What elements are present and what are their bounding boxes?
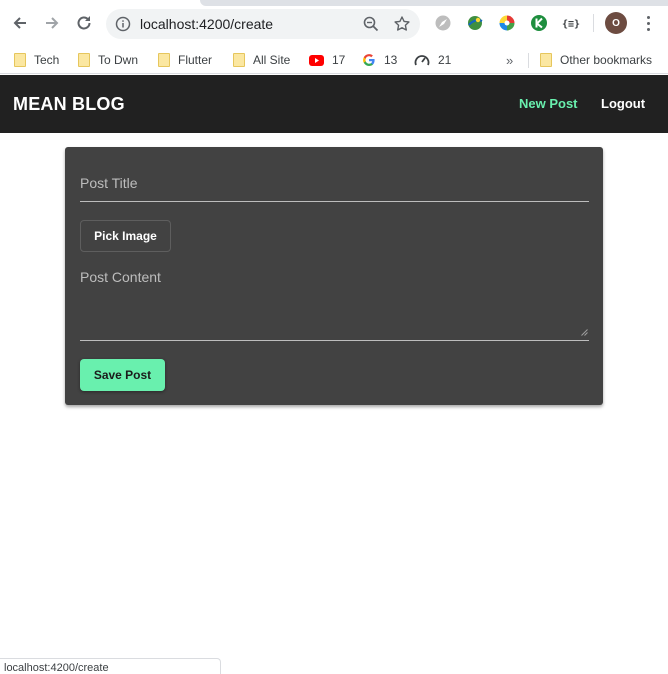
bookmark-label: To Dwn bbox=[98, 53, 139, 67]
tab-strip bbox=[200, 0, 668, 6]
svg-text:{≡}: {≡} bbox=[562, 19, 580, 30]
bookmark-other[interactable]: Other bookmarks bbox=[540, 46, 652, 74]
extension-compass-icon[interactable] bbox=[432, 12, 454, 34]
profile-avatar[interactable]: O bbox=[605, 12, 627, 34]
bookmark-label: Other bookmarks bbox=[560, 53, 653, 67]
folder-icon bbox=[540, 53, 552, 67]
nav-new-post[interactable]: New Post bbox=[519, 96, 578, 111]
bookmarks-overflow-icon[interactable]: » bbox=[506, 46, 513, 74]
create-post-card: Post Title Pick Image Post Content Save … bbox=[65, 147, 603, 405]
bookmark-label: Tech bbox=[34, 53, 60, 67]
app-header: MEAN BLOG New Post Logout bbox=[0, 75, 668, 133]
folder-icon bbox=[14, 53, 26, 67]
nav-logout[interactable]: Logout bbox=[601, 96, 645, 111]
bookmark-label: Flutter bbox=[178, 53, 213, 67]
bookmark-label: All Site bbox=[253, 53, 291, 67]
bookmark-label: 21 bbox=[438, 53, 452, 67]
forward-arrow-icon bbox=[46, 17, 59, 29]
bookmark-flutter[interactable]: Flutter bbox=[158, 46, 212, 74]
pick-image-button[interactable]: Pick Image bbox=[80, 220, 171, 252]
browser-toolbar: localhost:4200/create {≡} O bbox=[0, 0, 668, 46]
reload-icon bbox=[77, 16, 91, 30]
google-icon bbox=[363, 54, 375, 66]
url-text[interactable]: localhost:4200/create bbox=[140, 16, 273, 32]
extension-json-icon[interactable]: {≡} bbox=[560, 12, 582, 34]
bookmark-to-dwn[interactable]: To Dwn bbox=[78, 46, 138, 74]
reload-button[interactable] bbox=[73, 12, 95, 34]
post-title-input[interactable]: Post Title bbox=[80, 175, 589, 202]
post-content-textarea[interactable]: Post Content bbox=[80, 269, 589, 341]
bookmark-star-icon[interactable] bbox=[392, 14, 412, 34]
resize-grip-icon[interactable] bbox=[580, 328, 588, 336]
folder-icon bbox=[78, 53, 90, 67]
status-bubble: localhost:4200/create bbox=[0, 658, 221, 674]
bookmark-tech[interactable]: Tech bbox=[14, 46, 59, 74]
bookmark-google[interactable]: 13 bbox=[362, 46, 397, 74]
post-title-placeholder: Post Title bbox=[80, 175, 138, 191]
forward-button[interactable] bbox=[41, 12, 63, 34]
bookmark-youtube[interactable]: 17 bbox=[309, 46, 345, 74]
toolbar-divider bbox=[593, 14, 594, 32]
back-arrow-icon bbox=[13, 17, 26, 29]
youtube-icon bbox=[309, 54, 324, 66]
extension-globe-icon[interactable] bbox=[464, 12, 486, 34]
extension-k-icon[interactable] bbox=[528, 12, 550, 34]
browser-menu-icon[interactable] bbox=[640, 12, 656, 34]
extension-colorwheel-icon[interactable] bbox=[496, 12, 518, 34]
speedometer-icon bbox=[414, 55, 430, 66]
save-post-button[interactable]: Save Post bbox=[80, 359, 165, 391]
address-bar[interactable]: localhost:4200/create bbox=[106, 9, 420, 39]
bookmark-label: 17 bbox=[332, 53, 346, 67]
back-button[interactable] bbox=[9, 12, 31, 34]
info-icon[interactable] bbox=[114, 15, 132, 33]
bookmarks-bar: Tech To Dwn Flutter All Site 17 13 21 » … bbox=[0, 46, 668, 74]
zoom-icon[interactable] bbox=[361, 14, 381, 34]
folder-icon bbox=[158, 53, 170, 67]
bookmarks-divider bbox=[528, 53, 529, 68]
brand-title[interactable]: MEAN BLOG bbox=[13, 94, 125, 115]
post-content-placeholder: Post Content bbox=[80, 269, 161, 285]
bookmark-label: 13 bbox=[384, 53, 398, 67]
bookmark-speed[interactable]: 21 bbox=[414, 46, 451, 74]
folder-icon bbox=[233, 53, 245, 67]
bookmark-all-site[interactable]: All Site bbox=[233, 46, 290, 74]
